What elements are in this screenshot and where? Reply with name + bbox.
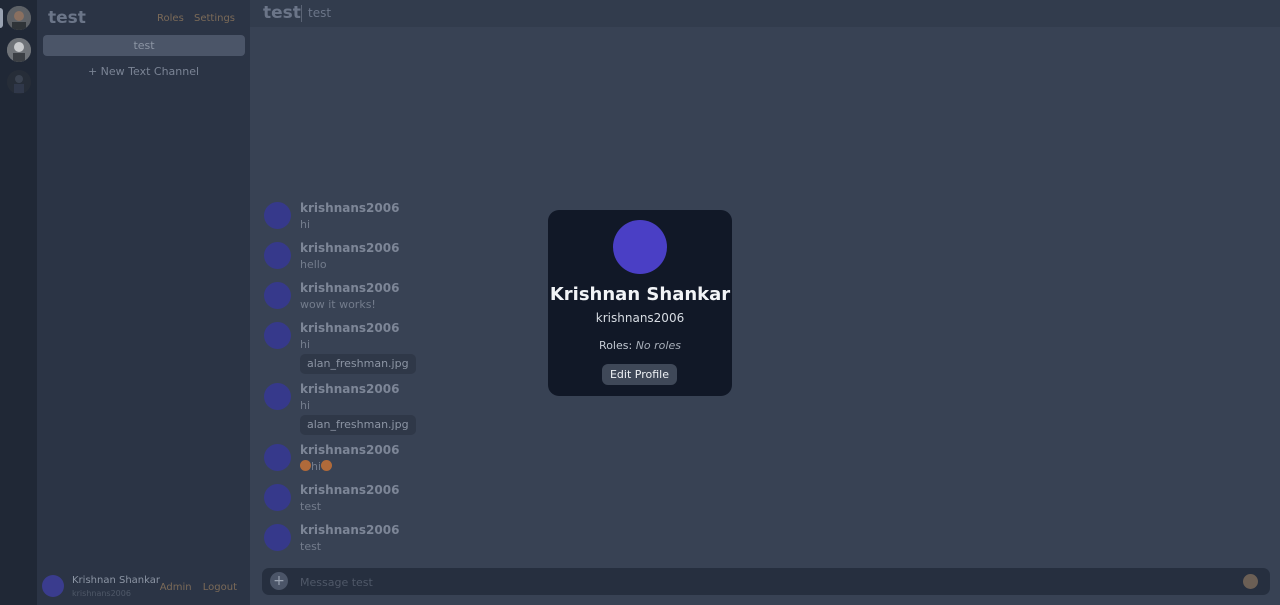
attachment-link[interactable]: alan_freshman.jpg	[300, 415, 416, 435]
avatar[interactable]	[264, 484, 291, 511]
server-icon-2[interactable]	[7, 38, 31, 62]
message-text: hi	[300, 338, 311, 351]
message-author[interactable]: krishnans2006	[300, 281, 399, 295]
roles-link[interactable]: Roles	[157, 13, 184, 24]
message-author[interactable]: krishnans2006	[300, 523, 399, 537]
server-avatar-icon	[7, 38, 31, 62]
message-author[interactable]: krishnans2006	[300, 382, 399, 396]
message-text-with-emoji: hi	[300, 460, 333, 473]
server-icon-3[interactable]	[7, 70, 31, 94]
avatar[interactable]	[264, 322, 291, 349]
edit-profile-button[interactable]: Edit Profile	[602, 364, 677, 385]
avatar[interactable]	[264, 383, 291, 410]
message-text: test	[300, 500, 322, 513]
roles-value: No roles	[635, 339, 681, 352]
message-author[interactable]: krishnans2006	[300, 201, 399, 215]
profile-avatar	[613, 220, 667, 274]
server-links: Roles Settings	[150, 13, 235, 24]
profile-username: krishnans2006	[595, 311, 685, 325]
message-text: wow it works!	[300, 298, 376, 311]
avatar[interactable]	[264, 444, 291, 471]
roles-label: Roles:	[599, 339, 633, 352]
avatar[interactable]	[264, 242, 291, 269]
user-username: krishnans2006	[72, 589, 131, 598]
message-input[interactable]	[298, 572, 1202, 592]
avatar[interactable]	[42, 575, 64, 597]
channel-header: test test	[250, 0, 1280, 27]
smiley-emoji-icon	[300, 460, 311, 471]
smiley-emoji-icon	[321, 460, 333, 471]
attachment-link[interactable]: alan_freshman.jpg	[300, 354, 416, 374]
channel-title: test	[263, 3, 301, 23]
avatar[interactable]	[264, 282, 291, 309]
user-actions: Admin Logout	[152, 582, 237, 593]
channel-sidebar: test Roles Settings test + New Text Chan…	[37, 0, 250, 605]
channel-topic: test	[308, 6, 332, 20]
admin-link[interactable]: Admin	[160, 582, 192, 593]
message-author[interactable]: krishnans2006	[300, 443, 399, 457]
server-avatar-icon	[7, 70, 31, 94]
server-rail	[0, 0, 37, 605]
profile-name: Krishnan Shankar	[549, 284, 731, 305]
header-divider	[301, 5, 302, 22]
message-text: test	[300, 540, 322, 553]
settings-link[interactable]: Settings	[194, 13, 235, 24]
message-text: hi	[300, 218, 311, 231]
avatar[interactable]	[264, 202, 291, 229]
emoji-picker-icon[interactable]	[1243, 574, 1258, 589]
user-display-name: Krishnan Shankar	[72, 575, 160, 586]
server-icon-1[interactable]	[7, 6, 31, 30]
message-composer: +	[262, 568, 1270, 595]
add-attachment-icon[interactable]: +	[270, 572, 288, 590]
message-author[interactable]: krishnans2006	[300, 483, 399, 497]
logout-link[interactable]: Logout	[203, 582, 237, 593]
avatar[interactable]	[264, 524, 291, 551]
channel-item-test[interactable]: test	[43, 35, 245, 56]
message-author[interactable]: krishnans2006	[300, 241, 399, 255]
profile-roles: Roles: No roles	[548, 339, 732, 352]
message-author[interactable]: krishnans2006	[300, 321, 399, 335]
profile-popup: Krishnan Shankar krishnans2006 Roles: No…	[548, 210, 732, 396]
message-text: hi	[300, 399, 311, 412]
user-panel: Krishnan Shankar krishnans2006 Admin Log…	[37, 569, 250, 605]
active-server-indicator	[0, 8, 3, 28]
server-avatar-icon	[7, 6, 31, 30]
new-channel-button[interactable]: + New Text Channel	[37, 65, 250, 78]
message-text: hello	[300, 258, 327, 271]
message-text: hi	[311, 460, 322, 473]
server-name: test	[48, 8, 86, 28]
